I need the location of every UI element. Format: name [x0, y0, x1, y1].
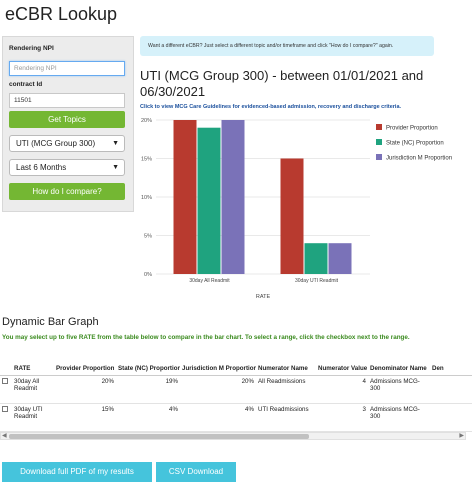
legend-label: Provider Proportion — [386, 126, 438, 132]
cell-numerator-name: UTI Readmissions — [256, 403, 316, 432]
y-tick-label: 5% — [144, 234, 152, 240]
cell-rate: 30day All Readmit — [12, 375, 54, 404]
app-title: eCBR Lookup — [5, 4, 118, 24]
col-header-rate[interactable]: RATE — [12, 362, 54, 376]
cell-provider: 20% — [54, 375, 116, 404]
contract-label: contract Id — [9, 81, 43, 88]
table-header-row: RATE Provider Proportion State (NC) Prop… — [0, 362, 472, 376]
x-axis-label: RATE — [256, 294, 271, 300]
topic-select[interactable]: UTI (MCG Group 300) ▼ — [9, 135, 125, 152]
npi-input[interactable] — [9, 61, 125, 76]
col-header-denominator-name[interactable]: Denominator Name — [368, 362, 430, 376]
report-title: UTI (MCG Group 300) - between 01/01/2021… — [140, 68, 424, 99]
chevron-down-icon: ▼ — [112, 164, 119, 171]
bar — [328, 243, 352, 274]
results-table: RATE Provider Proportion State (NC) Prop… — [0, 362, 472, 432]
bar — [304, 243, 328, 274]
cell-denominator-name: Admissions MCG-300 — [368, 403, 430, 432]
col-header-state[interactable]: State (NC) Proportion — [116, 362, 180, 376]
scroll-right-icon[interactable]: ▶ — [459, 432, 464, 439]
bar — [173, 120, 197, 274]
cell-den — [430, 403, 472, 432]
cell-state: 4% — [116, 403, 180, 432]
download-pdf-button[interactable]: Download full PDF of my results — [2, 462, 152, 482]
legend-label: State (NC) Proportion — [386, 141, 444, 147]
section-title: Dynamic Bar Graph — [2, 316, 99, 328]
cell-rate: 30day UTI Readmit — [12, 403, 54, 432]
cell-denominator-name: Admissions MCG-300 — [368, 375, 430, 404]
y-tick-label: 20% — [141, 118, 152, 124]
col-header-jurisdiction[interactable]: Jurisdiction M Proportion — [180, 362, 256, 376]
info-banner: Want a different eCBR? Just select a dif… — [140, 36, 434, 56]
col-header-numerator-value[interactable]: Numerator Value — [316, 362, 368, 376]
cell-provider: 15% — [54, 403, 116, 432]
cell-numerator-name: All Readmissions — [256, 375, 316, 404]
col-header-provider[interactable]: Provider Proportion — [54, 362, 116, 376]
scrollbar-thumb[interactable] — [9, 434, 309, 439]
row-checkbox[interactable] — [2, 405, 8, 412]
bar-chart: 0% 5% 10% 15% 20% 30day All Readmit 30day UTI … — [141, 118, 452, 300]
cell-den — [430, 375, 472, 404]
bar — [280, 158, 304, 274]
timeframe-select-value: Last 6 Months — [16, 163, 67, 172]
scroll-left-icon[interactable]: ◀ — [2, 432, 7, 439]
results-table-wrap: RATE Provider Proportion State (NC) Prop… — [0, 362, 472, 440]
contract-input[interactable] — [9, 93, 125, 108]
col-header — [0, 362, 12, 376]
chevron-down-icon: ▼ — [112, 140, 119, 147]
x-tick-label: 30day UTI Readmit — [295, 278, 339, 284]
x-tick-label: 30day All Readmit — [189, 278, 230, 284]
get-topics-button[interactable]: Get Topics — [9, 111, 125, 128]
instructions: You may select up to five RATE from the … — [2, 334, 410, 341]
topic-select-value: UTI (MCG Group 300) — [16, 139, 96, 148]
compare-button[interactable]: How do I compare? — [9, 183, 125, 200]
bar — [221, 120, 245, 274]
lookup-form-panel: Rendering NPI contract Id Get Topics UTI… — [2, 36, 134, 212]
cell-jurisdiction: 20% — [180, 375, 256, 404]
cell-state: 19% — [116, 375, 180, 404]
legend-label: Jurisdiction M Proportion — [386, 156, 452, 162]
csv-download-button[interactable]: CSV Download — [156, 462, 236, 482]
y-tick-label: 0% — [144, 272, 152, 278]
legend-swatch — [376, 124, 382, 130]
table-row: 30day UTI Readmit 15% 4% 4% UTI Readmiss… — [0, 403, 472, 432]
cell-numerator-value: 4 — [316, 375, 368, 404]
cell-jurisdiction: 4% — [180, 403, 256, 432]
bar — [197, 127, 221, 274]
y-tick-label: 15% — [141, 157, 152, 163]
guideline-link[interactable]: Click to view MCG Care Guidelines for ev… — [140, 104, 401, 110]
row-checkbox[interactable] — [2, 377, 8, 384]
col-header-numerator-name[interactable]: Numerator Name — [256, 362, 316, 376]
cell-numerator-value: 3 — [316, 403, 368, 432]
legend-swatch — [376, 154, 382, 160]
table-row: 30day All Readmit 20% 19% 20% All Readmi… — [0, 375, 472, 404]
horizontal-scrollbar[interactable]: ◀ ▶ — [0, 432, 466, 440]
col-header-den[interactable]: Den — [430, 362, 472, 376]
legend-swatch — [376, 139, 382, 145]
y-tick-label: 10% — [141, 195, 152, 201]
timeframe-select[interactable]: Last 6 Months ▼ — [9, 159, 125, 176]
npi-label: Rendering NPI — [9, 45, 54, 52]
